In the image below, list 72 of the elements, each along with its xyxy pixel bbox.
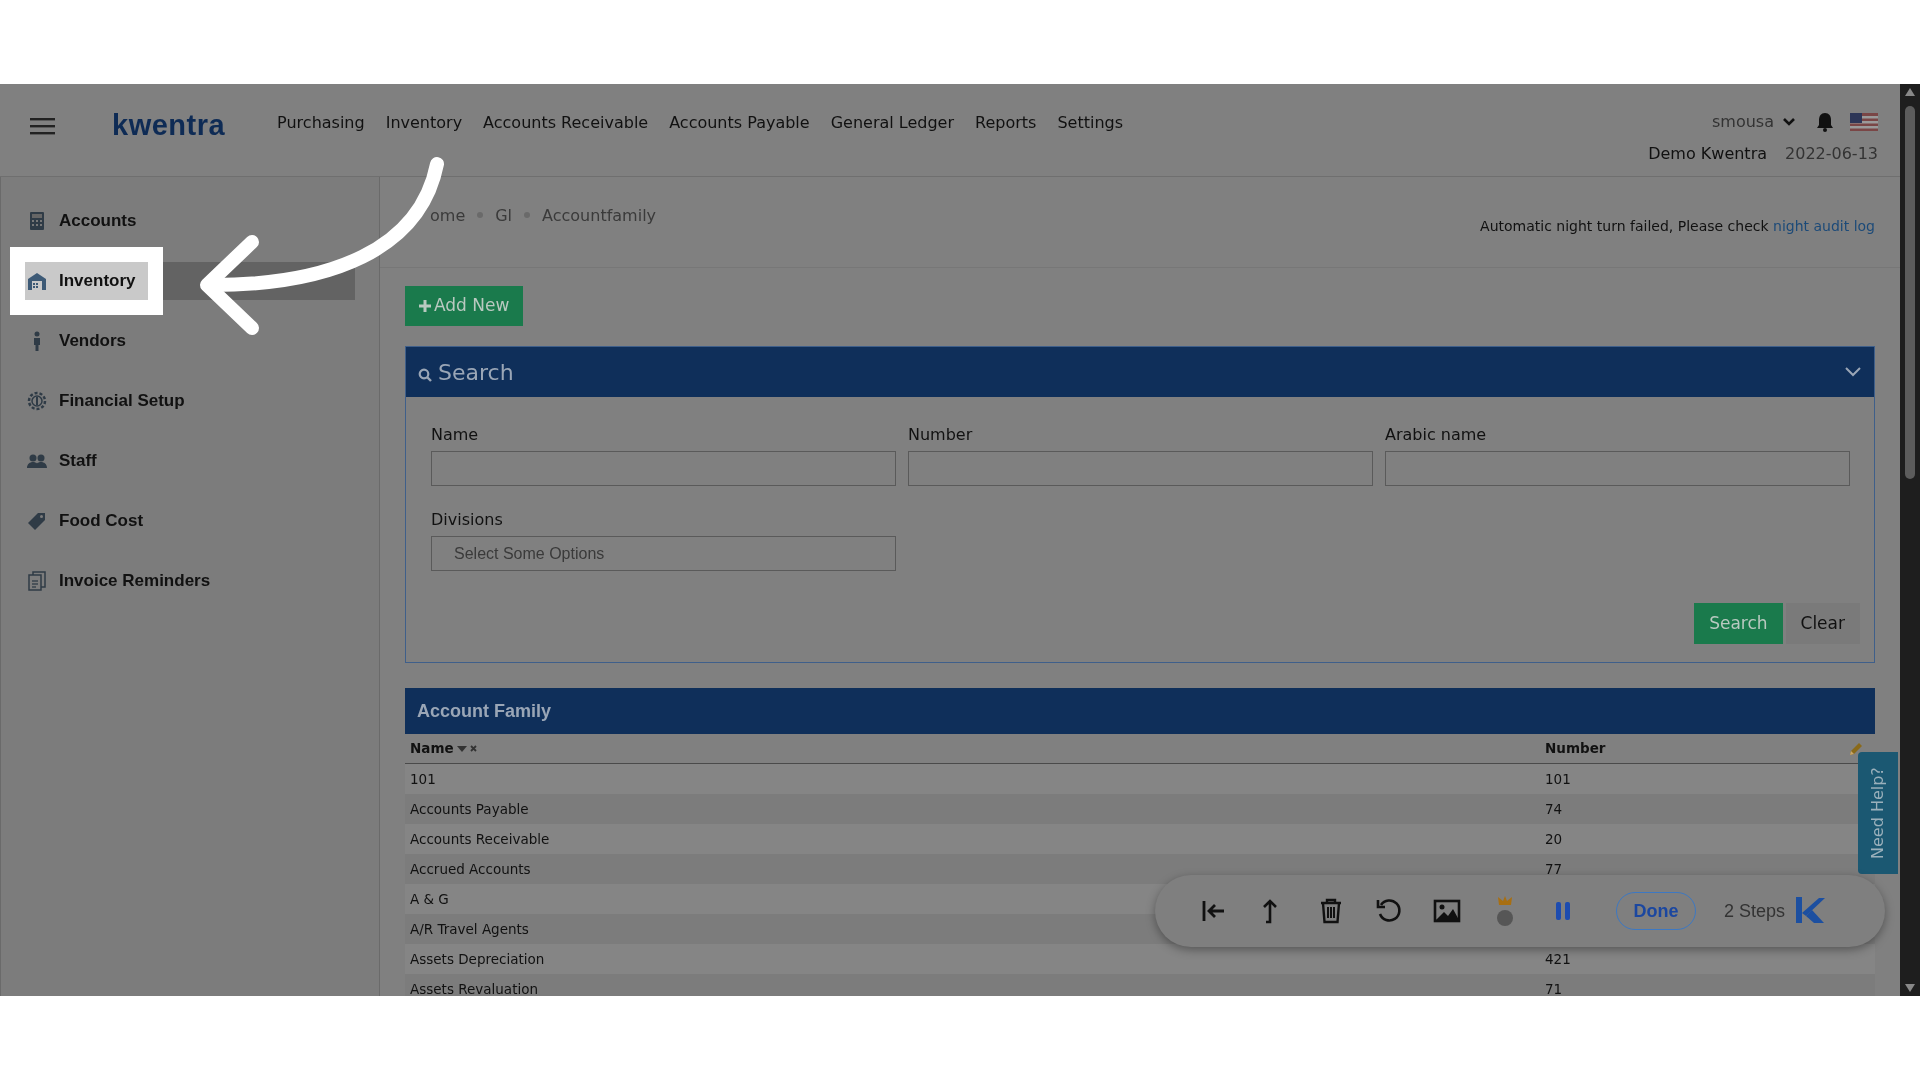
table-cell-text: Accrued Accounts (409, 859, 532, 879)
input-field[interactable] (908, 451, 1373, 486)
sidebar-item[interactable]: Accounts (25, 202, 355, 240)
table-title: Account Family (405, 688, 1875, 734)
sidebar-item[interactable]: Staff (25, 442, 355, 480)
logo[interactable]: kwentra (112, 104, 226, 148)
plus-icon (419, 300, 431, 312)
flag-icon[interactable] (1850, 113, 1878, 131)
table-cell-text: 20 (1544, 829, 1564, 849)
calculator-icon (27, 211, 47, 231)
sidebar-item[interactable]: Invoice Reminders (25, 562, 355, 600)
table-cell-text: Accounts Payable (409, 799, 530, 819)
scrollbar[interactable] (1900, 84, 1920, 996)
menu-icon[interactable] (30, 117, 55, 135)
column-header[interactable]: Number (1545, 738, 1606, 759)
caret-icon[interactable] (1782, 117, 1796, 127)
nav-link[interactable]: Settings (1057, 111, 1123, 135)
notice-text: Automatic night turn failed, Please check night audit log (1480, 217, 1875, 236)
tag-icon (27, 511, 47, 531)
search-button[interactable]: Search (1694, 603, 1783, 644)
table-cell-text: 74 (1544, 799, 1564, 819)
warehouse-icon (27, 271, 47, 291)
scroll-down-icon[interactable] (1905, 984, 1915, 992)
scroll-thumb[interactable] (1905, 106, 1915, 479)
table-cell-text: 101 (409, 769, 437, 789)
nav-link[interactable]: Purchasing (277, 111, 365, 135)
panel-title: Search (438, 358, 514, 387)
field-label: Divisions (431, 509, 504, 531)
input-field[interactable]: Select Some Options (431, 536, 896, 571)
sidebar-item[interactable]: Financial Setup (25, 382, 355, 420)
column-header[interactable]: Name (410, 738, 454, 759)
sidebar-item[interactable]: Food Cost (25, 502, 355, 540)
scroll-up-icon[interactable] (1905, 88, 1915, 96)
nav-link[interactable]: General Ledger (830, 111, 954, 135)
panel-header[interactable]: Search (406, 347, 1874, 397)
input-field[interactable] (431, 451, 896, 486)
breadcrumb-link[interactable]: Accountfamily (542, 204, 657, 228)
table-cell-text: 71 (1544, 979, 1564, 996)
table-cell-text: 101 (1544, 769, 1572, 789)
field-label: Name (431, 424, 480, 446)
nav-link[interactable]: Reports (975, 111, 1037, 135)
field-label: Number (908, 424, 974, 446)
breadcrumb-link[interactable]: Gl (495, 204, 513, 228)
close-icon[interactable] (469, 745, 477, 752)
table-cell-text: Accounts Receivable (409, 829, 551, 849)
bell-icon[interactable] (1816, 112, 1834, 132)
sidebar-item[interactable]: Vendors (25, 322, 355, 360)
help-tab[interactable]: Need Help? (1858, 752, 1898, 874)
table-cell-text: Assets Revaluation (409, 979, 539, 996)
nav-link[interactable]: Inventory (385, 111, 463, 135)
pencil-icon[interactable] (1848, 740, 1864, 757)
chevron-icon[interactable] (1844, 366, 1862, 378)
table-cell-text: Assets Depreciation (409, 949, 546, 969)
input-field[interactable] (1385, 451, 1850, 486)
field-label: Arabic name (1385, 424, 1488, 446)
search-icon (418, 368, 432, 382)
table-cell-text: 421 (1544, 949, 1572, 969)
table-cell-text: A/R Travel Agents (409, 919, 530, 939)
nav-link[interactable]: Accounts Receivable (483, 111, 649, 135)
table-cell-text: A & G (409, 889, 450, 909)
steps-count: 2 Steps (1724, 899, 1786, 923)
nav-link[interactable]: Accounts Payable (669, 111, 810, 135)
documents-icon (27, 571, 47, 591)
date-text: 2022-06-13 (1785, 143, 1878, 165)
add-new-button[interactable]: Add New (405, 286, 524, 326)
clear-button[interactable]: Clear (1785, 603, 1860, 644)
breadcrumb-link[interactable]: ome (430, 204, 466, 228)
user-name[interactable]: smousa (1712, 110, 1774, 134)
company-name: Demo Kwentra (1648, 143, 1767, 165)
sort-down-icon[interactable] (456, 745, 467, 752)
table-cell-text: 77 (1544, 859, 1564, 879)
audit-log-link[interactable]: night audit log (1773, 218, 1875, 234)
